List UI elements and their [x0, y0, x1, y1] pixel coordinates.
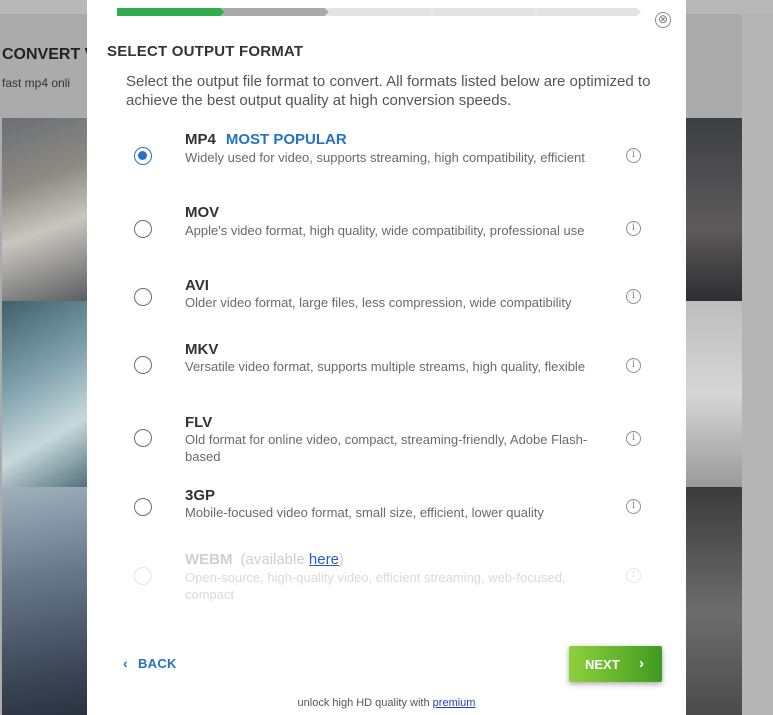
format-radio-mp4[interactable] — [134, 147, 152, 165]
availability-note: (available here) — [241, 551, 344, 568]
info-icon[interactable]: i — [626, 431, 641, 446]
format-radio-3gp[interactable] — [134, 498, 152, 516]
premium-link[interactable]: premium — [433, 697, 476, 709]
format-radio-avi[interactable] — [134, 288, 152, 306]
info-icon[interactable]: i — [626, 358, 641, 373]
back-button-label: BACK — [137, 656, 177, 671]
format-description: Older video format, large files, less co… — [185, 295, 572, 310]
format-name-text: MP4 — [185, 131, 216, 148]
format-name: MOV — [185, 204, 220, 221]
format-name: MP4 MOST POPULAR — [185, 131, 347, 148]
format-description: Open-source, high-quality video, efficie… — [185, 570, 566, 602]
next-button[interactable]: NEXT › — [569, 646, 662, 682]
background-photo-city — [2, 487, 88, 715]
format-radio-mkv[interactable] — [134, 356, 152, 374]
dialog-title: SELECT OUTPUT FORMAT — [107, 43, 304, 60]
format-name: AVI — [185, 277, 209, 294]
next-button-label: NEXT — [585, 657, 620, 672]
availability-suffix: ) — [338, 551, 344, 568]
most-popular-badge: MOST POPULAR — [225, 131, 347, 148]
info-icon[interactable]: i — [626, 148, 641, 163]
format-radio-webm — [134, 567, 152, 585]
progress-step-1 — [117, 8, 225, 16]
footer-text: unlock high HD quality with — [297, 697, 430, 709]
background-subheading: fast mp4 onli — [2, 76, 71, 90]
format-name-text: WEBM — [185, 551, 233, 568]
close-icon[interactable]: ⊗ — [655, 12, 671, 28]
premium-footer: unlock high HD quality with premium — [87, 697, 686, 709]
progress-step-2 — [221, 8, 329, 16]
format-name: MKV — [185, 341, 219, 358]
format-description: Mobile-focused video format, small size,… — [185, 505, 544, 520]
background-photo-meeting — [2, 118, 88, 301]
format-description: Widely used for video, supports streamin… — [185, 150, 585, 165]
info-icon[interactable]: i — [626, 499, 641, 514]
availability-link[interactable]: here — [309, 551, 339, 568]
format-name: FLV — [185, 414, 213, 431]
back-button[interactable]: ‹ BACK — [123, 655, 177, 671]
format-name: 3GP — [185, 487, 216, 504]
background-heading: CONVERT V — [2, 46, 96, 63]
background-photo-right-3 — [686, 487, 742, 715]
background-photo-car — [2, 301, 88, 487]
chevron-right-icon: › — [639, 655, 644, 672]
format-description: Versatile video format, supports multipl… — [185, 359, 586, 374]
info-icon[interactable]: i — [626, 221, 641, 236]
background-right-strip — [742, 14, 773, 715]
info-icon[interactable]: i — [626, 289, 641, 304]
format-radio-flv[interactable] — [134, 429, 152, 447]
format-description: Old format for online video, compact, st… — [185, 432, 588, 464]
progress-step-5 — [533, 8, 641, 16]
availability-prefix: (available — [240, 551, 305, 568]
progress-step-3 — [325, 8, 433, 16]
format-name: WEBM (available here) — [185, 551, 344, 568]
format-selection-dialog: ⊗ SELECT OUTPUT FORMAT Select the output… — [87, 0, 686, 715]
background-photo-right-1 — [686, 118, 742, 301]
step-progress-bar — [117, 8, 641, 16]
progress-step-4 — [429, 8, 537, 16]
info-icon: i — [626, 568, 641, 583]
format-description: Apple's video format, high quality, wide… — [185, 223, 585, 238]
background-photo-right-2 — [686, 301, 742, 487]
dialog-description: Select the output file format to convert… — [126, 73, 651, 109]
format-radio-mov[interactable] — [134, 220, 152, 238]
chevron-left-icon: ‹ — [123, 655, 128, 671]
